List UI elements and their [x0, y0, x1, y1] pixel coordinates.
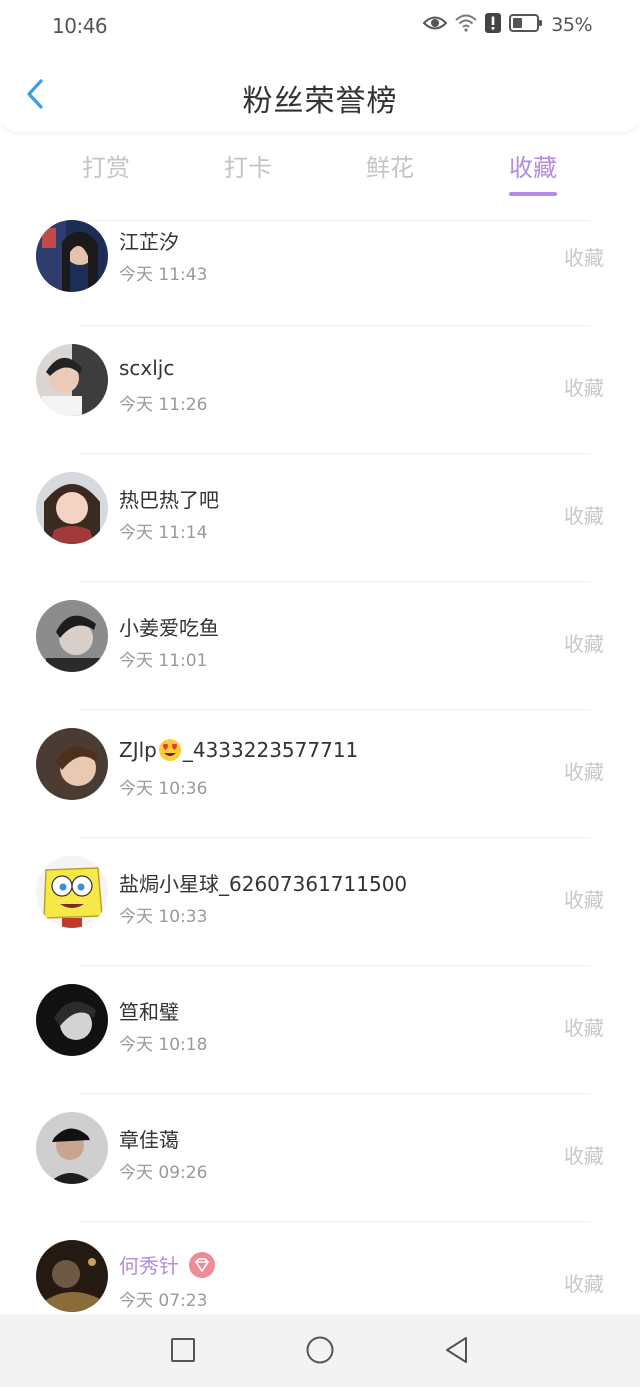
- favorite-action: 收藏: [564, 1144, 604, 1168]
- tab-tips[interactable]: 打赏: [56, 148, 156, 183]
- list-item[interactable]: 笪和璧 今天 10:18 收藏: [0, 965, 640, 1093]
- list-item[interactable]: 章佳蔼 今天 09:26 收藏: [0, 1093, 640, 1221]
- home-button[interactable]: [302, 1332, 338, 1368]
- divider: [80, 581, 590, 582]
- tab-flowers[interactable]: 鲜花: [340, 148, 440, 183]
- user-time: 今天 10:33: [119, 907, 208, 927]
- system-nav-bar: [0, 1314, 640, 1387]
- user-name: scxljc: [119, 356, 175, 380]
- list-item[interactable]: ZJlp _4333223577711 今天 10:36 收藏: [0, 709, 640, 837]
- divider: [80, 709, 590, 710]
- heart-eyes-emoji-icon: [158, 738, 182, 762]
- avatar[interactable]: [36, 1112, 108, 1184]
- avatar[interactable]: [36, 344, 108, 416]
- user-time: 今天 11:14: [119, 523, 208, 543]
- user-name-text: 何秀针: [119, 1254, 179, 1278]
- tab-favorites[interactable]: 收藏: [483, 148, 583, 196]
- divider: [80, 220, 590, 221]
- divider: [80, 837, 590, 838]
- list-item[interactable]: scxljc 今天 11:26 收藏: [0, 325, 640, 453]
- recent-apps-button[interactable]: [165, 1332, 201, 1368]
- home-icon: [306, 1336, 334, 1364]
- status-bar: 10:46 35%: [0, 0, 640, 52]
- tab-bar: 打赏 打卡 鲜花 收藏: [0, 140, 640, 204]
- user-name: ZJlp _4333223577711: [119, 738, 358, 762]
- user-name: 江芷汐: [119, 230, 179, 254]
- user-name: 盐焗小星球_62607361711500: [119, 872, 408, 896]
- list-item[interactable]: 何秀针 今天 07:23 收藏: [0, 1221, 640, 1314]
- user-time: 今天 11:01: [119, 651, 208, 671]
- avatar[interactable]: [36, 220, 108, 292]
- avatar[interactable]: [36, 728, 108, 800]
- spongebob-avatar[interactable]: [36, 856, 108, 928]
- avatar[interactable]: [36, 984, 108, 1056]
- header: 粉丝荣誉榜: [0, 52, 640, 132]
- fan-list[interactable]: 江芷汐 今天 11:43 收藏 scxljc 今天 11:26 收藏 热巴热了吧…: [0, 220, 640, 1314]
- avatar[interactable]: [36, 472, 108, 544]
- avatar[interactable]: [36, 600, 108, 672]
- favorite-action: 收藏: [564, 504, 604, 528]
- user-time: 今天 11:43: [119, 265, 208, 285]
- back-nav-button[interactable]: [438, 1332, 474, 1368]
- divider: [80, 325, 590, 326]
- list-item[interactable]: 盐焗小星球_62607361711500 今天 10:33 收藏: [0, 837, 640, 965]
- user-time: 今天 07:23: [119, 1291, 208, 1311]
- divider: [80, 453, 590, 454]
- divider: [80, 1221, 590, 1222]
- user-time: 今天 10:36: [119, 779, 208, 799]
- list-item[interactable]: 热巴热了吧 今天 11:14 收藏: [0, 453, 640, 581]
- active-tab-indicator: [509, 192, 557, 196]
- page-title: 粉丝荣誉榜: [242, 84, 398, 119]
- list-item[interactable]: 小姜爱吃鱼 今天 11:01 收藏: [0, 581, 640, 709]
- user-name: 章佳蔼: [119, 1128, 179, 1152]
- tab-checkin[interactable]: 打卡: [198, 148, 298, 183]
- user-time: 今天 10:18: [119, 1035, 208, 1055]
- status-time: 10:46: [52, 14, 108, 38]
- user-name: 何秀针: [119, 1250, 215, 1279]
- recent-apps-icon: [171, 1338, 195, 1362]
- favorite-action: 收藏: [564, 632, 604, 656]
- diamond-badge-icon: [189, 1251, 215, 1278]
- eye-icon: [422, 15, 448, 35]
- favorite-action: 收藏: [564, 376, 604, 400]
- favorite-action: 收藏: [564, 1016, 604, 1040]
- user-name: 小姜爱吃鱼: [119, 616, 219, 640]
- user-time: 今天 09:26: [119, 1163, 208, 1183]
- divider: [80, 965, 590, 966]
- favorite-action: 收藏: [564, 1272, 604, 1296]
- divider: [80, 1093, 590, 1094]
- user-name-suffix: _4333223577711: [182, 738, 359, 762]
- user-name: 热巴热了吧: [119, 488, 219, 512]
- user-time: 今天 11:26: [119, 395, 208, 415]
- battery-icon: [509, 14, 543, 36]
- favorite-action: 收藏: [564, 760, 604, 784]
- tab-favorites-label: 收藏: [509, 154, 557, 182]
- status-icons: 35%: [422, 12, 592, 38]
- favorite-action: 收藏: [564, 246, 604, 270]
- wifi-icon: [455, 14, 477, 36]
- alert-icon: [485, 13, 502, 37]
- back-triangle-icon: [446, 1337, 467, 1363]
- favorite-action: 收藏: [564, 888, 604, 912]
- user-name-prefix: ZJlp: [119, 738, 157, 762]
- avatar[interactable]: [36, 1240, 108, 1312]
- battery-percent: 35%: [551, 14, 592, 36]
- user-name: 笪和璧: [119, 1000, 179, 1024]
